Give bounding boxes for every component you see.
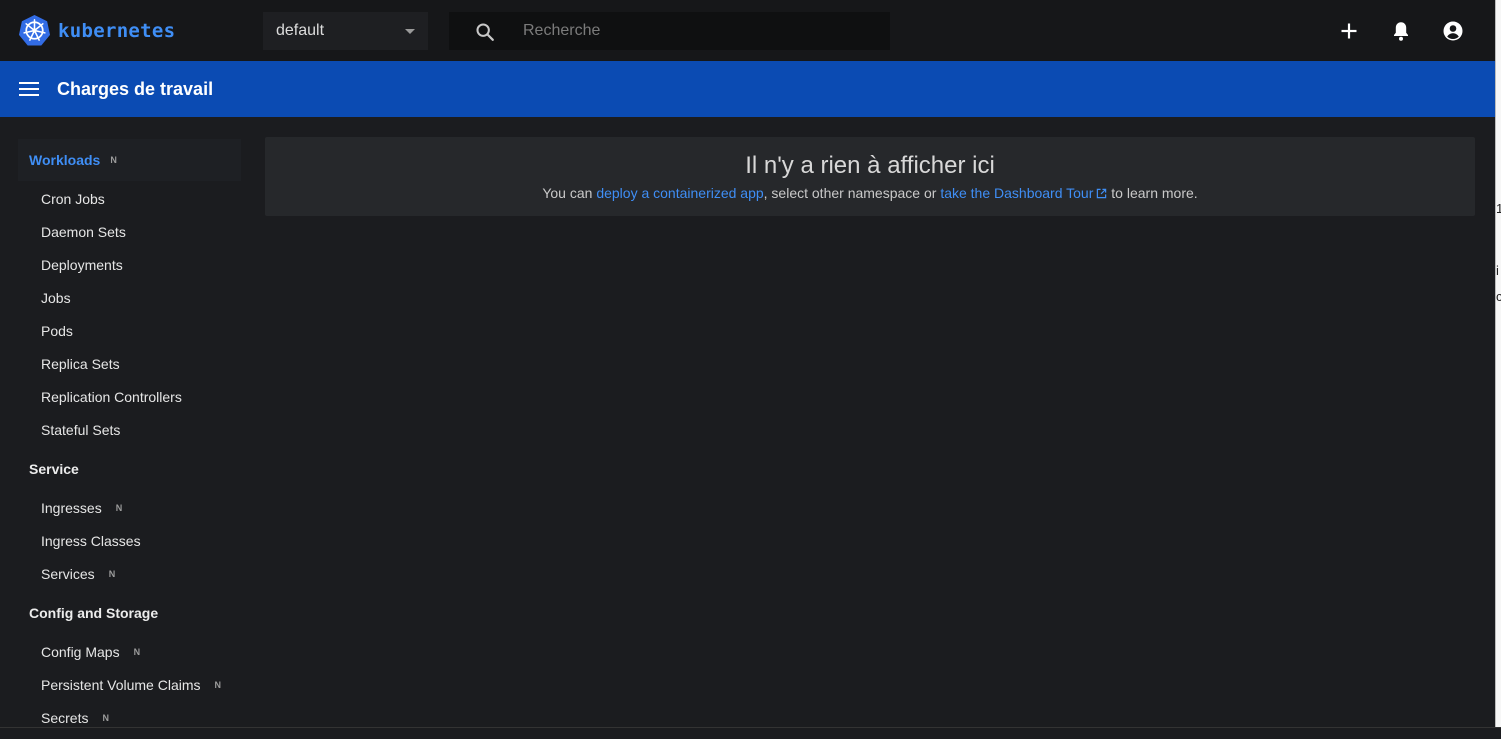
sidebar-item-label: Secrets (41, 710, 89, 726)
open-in-new-icon (1097, 188, 1107, 199)
sidebar-group-label: Workloads (29, 152, 101, 168)
account-circle-icon[interactable] (1441, 19, 1465, 43)
sidebar-item-label: Config Maps (41, 644, 120, 660)
sidebar-item-label: Ingress Classes (41, 533, 141, 549)
page-title: Charges de travail (57, 79, 214, 99)
background-window-bottom-edge (0, 727, 1501, 739)
sidebar-item-replication-controllers[interactable]: Replication Controllers (41, 389, 182, 405)
sidebar-item-replica-sets[interactable]: Replica Sets (41, 356, 120, 372)
sidebar-group-label: Service (29, 461, 79, 477)
sidebar-item-label: Replica Sets (41, 356, 120, 372)
sidebar-item-label: Services (41, 566, 95, 582)
namespaced-badge: N (214, 680, 222, 690)
dashboard-tour-link[interactable]: take the Dashboard Tour (940, 185, 1107, 201)
sidebar-item-label: Replication Controllers (41, 389, 182, 405)
sidebar-item-label: Ingresses (41, 500, 102, 516)
sidebar-item-label: Persistent Volume Claims (41, 677, 201, 693)
namespaced-badge: N (102, 713, 110, 723)
sidebar-item-label: Jobs (41, 290, 71, 306)
sidebar-item-label: Stateful Sets (41, 422, 121, 438)
background-text-fragment: c (1496, 289, 1501, 304)
bell-icon[interactable] (1389, 19, 1413, 43)
background-text-fragment: 1 (1496, 201, 1501, 216)
plus-icon[interactable] (1337, 19, 1361, 43)
brand[interactable]: kubernetes (18, 14, 175, 47)
background-window-edge (1495, 0, 1501, 739)
sidebar-item-deployments[interactable]: Deployments (41, 257, 123, 273)
sidebar-item-label: Pods (41, 323, 73, 339)
sidebar-item-pods[interactable]: Pods (41, 323, 73, 339)
sidebar-item-cron-jobs[interactable]: Cron Jobs (41, 191, 105, 207)
search-box (449, 12, 890, 50)
dashboard-tour-link-label: take the Dashboard Tour (940, 185, 1094, 201)
sidebar-item-config-maps[interactable]: Config Maps N (41, 644, 140, 660)
search-icon (476, 23, 494, 41)
empty-state-text-part: to learn more. (1107, 185, 1198, 201)
namespaced-badge: N (115, 503, 123, 513)
empty-state-text-part: You can (542, 185, 597, 201)
deploy-app-link[interactable]: deploy a containerized app (596, 185, 763, 201)
search-input[interactable] (523, 12, 873, 50)
sidebar-item-daemon-sets[interactable]: Daemon Sets (41, 224, 126, 240)
background-text-fragment: i (1496, 263, 1499, 278)
empty-state-title: Il n'y a rien à afficher ici (745, 152, 995, 179)
sidebar-item-jobs[interactable]: Jobs (41, 290, 71, 306)
sidebar-group-workloads[interactable]: Workloads N (29, 152, 117, 168)
sidebar-group-label: Config and Storage (29, 605, 159, 621)
sidebar-group-service[interactable]: Service (29, 461, 79, 477)
top-bar: kubernetes default (0, 0, 1495, 61)
caret-down-icon (405, 29, 415, 34)
sidebar-item-label: Daemon Sets (41, 224, 126, 240)
sidebar-item-ingress-classes[interactable]: Ingress Classes (41, 533, 141, 549)
sidebar-item-stateful-sets[interactable]: Stateful Sets (41, 422, 120, 438)
namespaced-badge: N (133, 647, 141, 657)
page-toolbar: Charges de travail (0, 61, 1495, 117)
sidebar-item-secrets[interactable]: Secrets N (41, 710, 109, 726)
namespaced-badge: N (108, 569, 116, 579)
dashboard-window: kubernetes default Recherche Charges de … (0, 0, 1495, 727)
sidebar-item-ingresses[interactable]: Ingresses N (41, 500, 122, 516)
namespaced-badge: N (110, 155, 118, 165)
namespace-select[interactable]: default (263, 12, 428, 50)
hamburger-menu-icon[interactable] (19, 80, 39, 98)
sidebar-item-persistent-volume-claims[interactable]: Persistent Volume Claims N (41, 677, 221, 693)
sidebar-item-services[interactable]: Services N (41, 566, 115, 582)
brand-name: kubernetes (58, 19, 176, 42)
sidebar-item-label: Cron Jobs (41, 191, 105, 207)
namespace-value: default (276, 22, 325, 39)
sidebar-group-config-storage[interactable]: Config and Storage (29, 605, 158, 621)
empty-state-text-part: , select other namespace or (763, 185, 941, 201)
sidebar-item-label: Deployments (41, 257, 123, 273)
sidebar-nav: Workloads N Cron Jobs Daemon Sets Deploy… (0, 117, 246, 727)
empty-state-card: Il n'y a rien à afficher ici You can dep… (265, 137, 1475, 216)
kubernetes-logo-icon (18, 14, 51, 46)
empty-state-text: You can deploy a containerized app, sele… (265, 185, 1475, 201)
